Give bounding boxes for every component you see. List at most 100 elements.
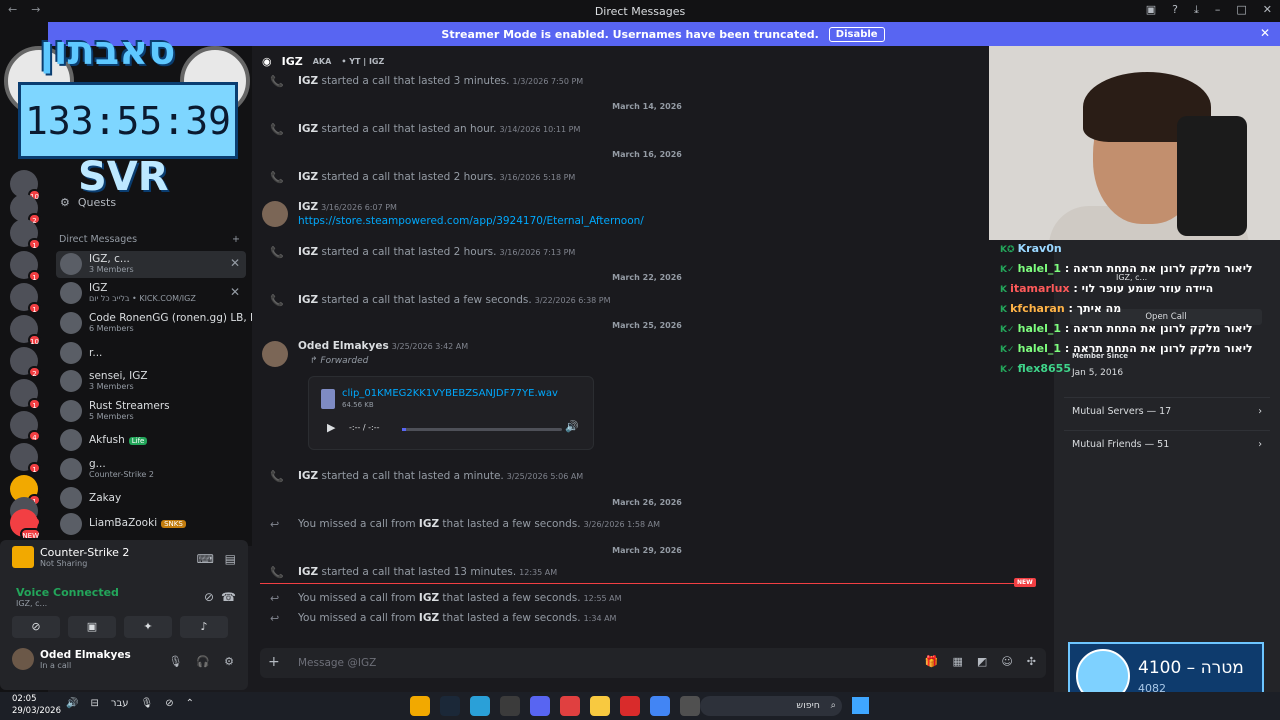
stream-icon[interactable]: ▤ — [225, 552, 236, 566]
camera-off-icon[interactable]: ⊘ — [12, 616, 60, 638]
disable-button[interactable]: Disable — [828, 26, 885, 42]
volume-icon[interactable]: 🔊 — [565, 420, 579, 433]
server-icon[interactable]: 10 — [10, 315, 41, 346]
windows-start-icon[interactable] — [852, 697, 869, 714]
add-attachment-icon[interactable]: + — [268, 654, 280, 670]
dm-sub: Counter-Strike 2 — [89, 470, 154, 479]
msg-author: IGZ — [298, 123, 319, 135]
avatar — [60, 400, 82, 422]
dm-header: Direct Messages + — [59, 234, 240, 245]
avatar[interactable] — [262, 341, 288, 367]
app-icon[interactable] — [500, 696, 520, 716]
dm-item[interactable]: IGZ, c... 3 Members ✕ — [56, 251, 246, 278]
voice-status[interactable]: Voice Connected IGZ, c... — [16, 586, 119, 608]
current-user[interactable]: Oded Elmakyes In a call — [12, 648, 131, 670]
server-icon[interactable]: 1 — [10, 219, 41, 250]
clock-time: 02:05 — [12, 694, 37, 704]
close-dm-icon[interactable]: ✕ — [230, 256, 240, 270]
server-icon[interactable]: 1 — [10, 443, 41, 474]
app-icon[interactable] — [620, 696, 640, 716]
new-server-icon[interactable]: NEW — [10, 509, 41, 540]
msg-author[interactable]: IGZ — [298, 201, 318, 213]
wifi-off-icon[interactable]: ⊘ — [165, 698, 173, 709]
dm-item[interactable]: r... — [56, 340, 246, 367]
dm-item[interactable]: sensei, IGZ 3 Members — [56, 368, 246, 395]
folder-icon[interactable] — [590, 696, 610, 716]
server-icon[interactable]: 1 — [10, 251, 41, 282]
noise-suppression-icon[interactable]: ⊘ — [204, 590, 214, 604]
close-dm-icon[interactable]: ✕ — [230, 285, 240, 299]
call-message: IGZ started a call that lasted 13 minute… — [298, 566, 557, 578]
volume-icon[interactable]: 🔊 — [66, 698, 78, 709]
close-window-icon[interactable]: ✕ — [1263, 3, 1272, 17]
app-icon[interactable] — [470, 696, 490, 716]
soundboard-icon[interactable]: ♪ — [180, 616, 228, 638]
download-icon[interactable]: ⤓ — [1194, 3, 1199, 17]
chrome-icon[interactable] — [650, 696, 670, 716]
server-icon[interactable]: 1 — [10, 379, 41, 410]
discord-icon[interactable] — [530, 696, 550, 716]
gift-icon[interactable]: 🎁 — [925, 655, 939, 668]
call-message: IGZ started a call that lasted 2 hours. 3… — [298, 171, 575, 183]
close-icon[interactable]: ✕ — [1260, 26, 1270, 40]
create-dm-icon[interactable]: + — [232, 234, 240, 245]
gamepad-icon[interactable]: ⌨ — [197, 552, 214, 566]
server-icon[interactable]: 1 — [10, 283, 41, 314]
sticker-icon[interactable]: ◩ — [977, 655, 987, 668]
mic-icon[interactable]: 🎙 — [168, 655, 182, 668]
taskbar-clock[interactable]: 02:05 29/03/2026 — [12, 693, 61, 717]
composer-tools: 🎁 ▦ ◩ ☺ ✣ — [925, 655, 1036, 668]
dm-item[interactable]: Code RonenGG (ronen.gg) LB, I... 6 Membe… — [56, 310, 263, 337]
help-icon[interactable]: ? — [1172, 3, 1178, 17]
mutual-servers-row[interactable]: Mutual Servers — 17 › — [1064, 397, 1270, 425]
media-icon[interactable] — [560, 696, 580, 716]
mic-icon[interactable]: 🎙 — [141, 698, 154, 709]
message-composer[interactable]: + Message @IGZ 🎁 ▦ ◩ ☺ ✣ — [260, 648, 1046, 678]
message-input[interactable]: Message @IGZ — [298, 657, 376, 669]
minimize-icon[interactable]: – — [1215, 3, 1221, 17]
taskbar-search[interactable]: חיפוש ⌕ — [700, 696, 842, 716]
app-icon[interactable] — [680, 696, 700, 716]
dm-item[interactable]: Zakay — [56, 485, 246, 512]
aka-label: AKA — [312, 56, 332, 66]
keyboard-lang[interactable]: עבר — [111, 698, 129, 709]
app-icon[interactable] — [410, 696, 430, 716]
missed-call-message: You missed a call from IGZ that lasted a… — [298, 592, 622, 604]
tray-chevron-icon[interactable]: ⌃ — [186, 698, 194, 709]
maximize-icon[interactable]: □ — [1236, 3, 1246, 17]
network-icon[interactable]: ⊟ — [90, 698, 98, 709]
disconnect-icon[interactable]: ☎ — [221, 590, 236, 604]
server-badge: 2 — [28, 366, 41, 378]
msg-author[interactable]: Oded Elmakyes — [298, 340, 389, 352]
server-icon[interactable]: 2 — [10, 194, 41, 225]
avatar[interactable] — [262, 201, 288, 227]
dm-item[interactable]: Akfush Life — [56, 427, 246, 454]
chat-user: halel_1 — [1017, 262, 1062, 275]
dm-item[interactable]: LiamBaZooki SNKS — [56, 511, 246, 538]
chat-line: K✪ Krav0n — [1000, 242, 1062, 255]
chevron-right-icon: › — [1258, 406, 1262, 417]
dm-item[interactable]: IGZ בלייב כל יום • KICK.COM/IGZ ✕ — [56, 280, 246, 307]
server-icon[interactable]: 4 — [10, 411, 41, 442]
steam-link[interactable]: https://store.steampowered.com/app/39241… — [298, 215, 644, 227]
msg-time: 3/16/2026 5:18 PM — [499, 173, 576, 182]
gif-icon[interactable]: ▦ — [953, 655, 963, 668]
settings-icon[interactable]: ⚙ — [224, 655, 234, 668]
headset-icon[interactable]: 🎧 — [196, 655, 210, 668]
play-icon[interactable]: ▶ — [327, 421, 335, 434]
dm-item[interactable]: g... Counter-Strike 2 — [56, 456, 246, 483]
dm-item[interactable]: Rust Streamers 5 Members — [56, 398, 246, 425]
apps-icon[interactable]: ✣ — [1027, 655, 1036, 668]
inbox-icon[interactable]: ▣ — [1146, 3, 1156, 17]
audio-progress[interactable] — [402, 428, 562, 431]
call-message: IGZ started a call that lasted a minute.… — [298, 470, 583, 482]
msg-author: IGZ — [298, 171, 319, 183]
attachment-name[interactable]: clip_01KMEG2KK1VYBEBZSANJDF77YE.wav — [342, 388, 558, 399]
activities-icon[interactable]: ✦ — [124, 616, 172, 638]
mutual-friends-row[interactable]: Mutual Friends — 51 › — [1064, 430, 1270, 458]
server-icon[interactable]: 2 — [10, 347, 41, 378]
screen-share-icon[interactable]: ▣ — [68, 616, 116, 638]
steam-icon[interactable] — [440, 696, 460, 716]
call-icon: 📞 — [270, 470, 284, 483]
emoji-icon[interactable]: ☺ — [1001, 655, 1012, 668]
